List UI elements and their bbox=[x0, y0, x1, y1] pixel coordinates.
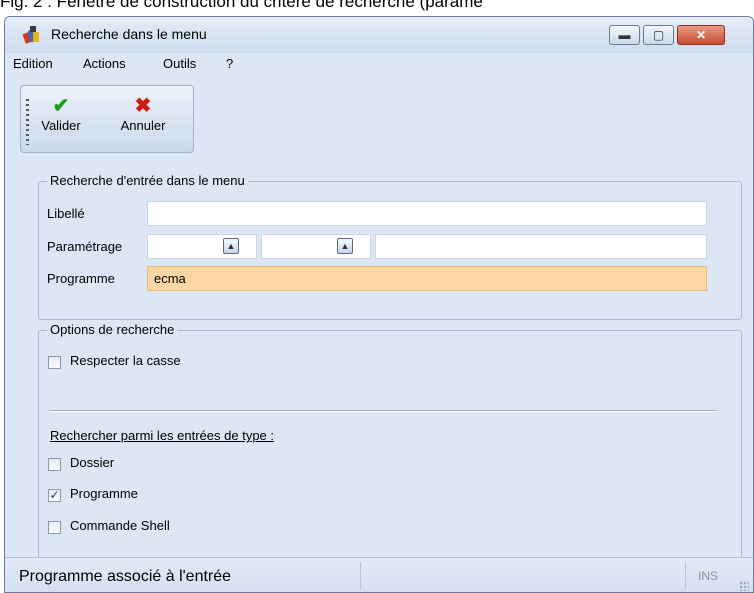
search-options-group: Options de recherche Respecter la casse … bbox=[38, 322, 742, 568]
minimize-button[interactable]: ▬ bbox=[609, 25, 640, 45]
parametrage-input-3[interactable] bbox=[375, 234, 707, 259]
validate-label: Valider bbox=[41, 118, 81, 133]
status-bar: Programme associé à l'entrée INS bbox=[5, 557, 753, 592]
maximize-icon: ▢ bbox=[652, 28, 665, 42]
minimize-icon: ▬ bbox=[618, 28, 631, 42]
cancel-label: Annuler bbox=[120, 118, 166, 133]
status-message: Programme associé à l'entrée bbox=[19, 568, 232, 585]
dossier-checkbox[interactable] bbox=[48, 458, 61, 471]
cross-icon: ✖ bbox=[134, 95, 152, 117]
spin-up-icon[interactable]: ▲ bbox=[223, 238, 239, 254]
menu-bar: Edition Actions Outils ? bbox=[5, 53, 753, 73]
search-entry-group: Recherche d'entrée dans le menu Libellé … bbox=[38, 173, 742, 320]
match-case-checkbox[interactable] bbox=[48, 356, 61, 369]
parametrage-input-2[interactable] bbox=[261, 234, 371, 259]
dossier-label: Dossier bbox=[70, 455, 115, 470]
spin-up-icon[interactable]: ▲ bbox=[337, 238, 353, 254]
app-books-icon bbox=[22, 26, 39, 44]
match-case-label: Respecter la casse bbox=[70, 353, 181, 368]
options-group-legend: Options de recherche bbox=[47, 322, 178, 337]
toolbar: ✔ Valider ✖ Annuler bbox=[20, 85, 194, 153]
options-divider bbox=[49, 410, 717, 412]
figure-caption: Fig. 2 : Fenêtre de construction du crit… bbox=[0, 0, 483, 11]
menu-outils[interactable]: Outils bbox=[163, 56, 196, 71]
status-divider bbox=[685, 562, 686, 590]
menu-edition[interactable]: Edition bbox=[13, 56, 53, 71]
libelle-input[interactable] bbox=[147, 201, 707, 226]
menu-help[interactable]: ? bbox=[226, 56, 233, 71]
resize-grip-icon[interactable] bbox=[739, 581, 749, 591]
insert-mode-indicator: INS bbox=[698, 569, 719, 583]
shell-command-checkbox[interactable] bbox=[48, 521, 61, 534]
validate-button[interactable]: ✔ Valider bbox=[33, 94, 89, 133]
close-button[interactable]: ✕ bbox=[677, 25, 725, 45]
window-title: Recherche dans le menu bbox=[51, 26, 207, 42]
menu-actions[interactable]: Actions bbox=[83, 56, 126, 71]
libelle-label: Libellé bbox=[47, 206, 85, 221]
type-heading: Rechercher parmi les entrées de type : bbox=[50, 428, 274, 443]
checkmark-icon: ✔ bbox=[52, 95, 70, 117]
parametrage-label: Paramétrage bbox=[47, 239, 123, 254]
programme-type-label: Programme bbox=[70, 486, 138, 501]
close-icon: ✕ bbox=[695, 28, 707, 42]
toolbar-grip[interactable] bbox=[26, 99, 29, 145]
programme-checkbox[interactable]: ✓ bbox=[48, 489, 61, 502]
shell-command-label: Commande Shell bbox=[70, 518, 170, 533]
programme-input[interactable]: ecma bbox=[147, 266, 707, 291]
parametrage-input-1[interactable] bbox=[147, 234, 257, 259]
search-group-legend: Recherche d'entrée dans le menu bbox=[47, 173, 248, 188]
programme-label: Programme bbox=[47, 271, 115, 286]
search-window: Recherche dans le menu ▬ ▢ ✕ Edition Act… bbox=[4, 16, 754, 593]
status-divider bbox=[360, 562, 361, 590]
cancel-button[interactable]: ✖ Annuler bbox=[113, 94, 173, 133]
maximize-button[interactable]: ▢ bbox=[643, 25, 674, 45]
title-bar[interactable]: Recherche dans le menu ▬ ▢ ✕ bbox=[5, 17, 753, 53]
